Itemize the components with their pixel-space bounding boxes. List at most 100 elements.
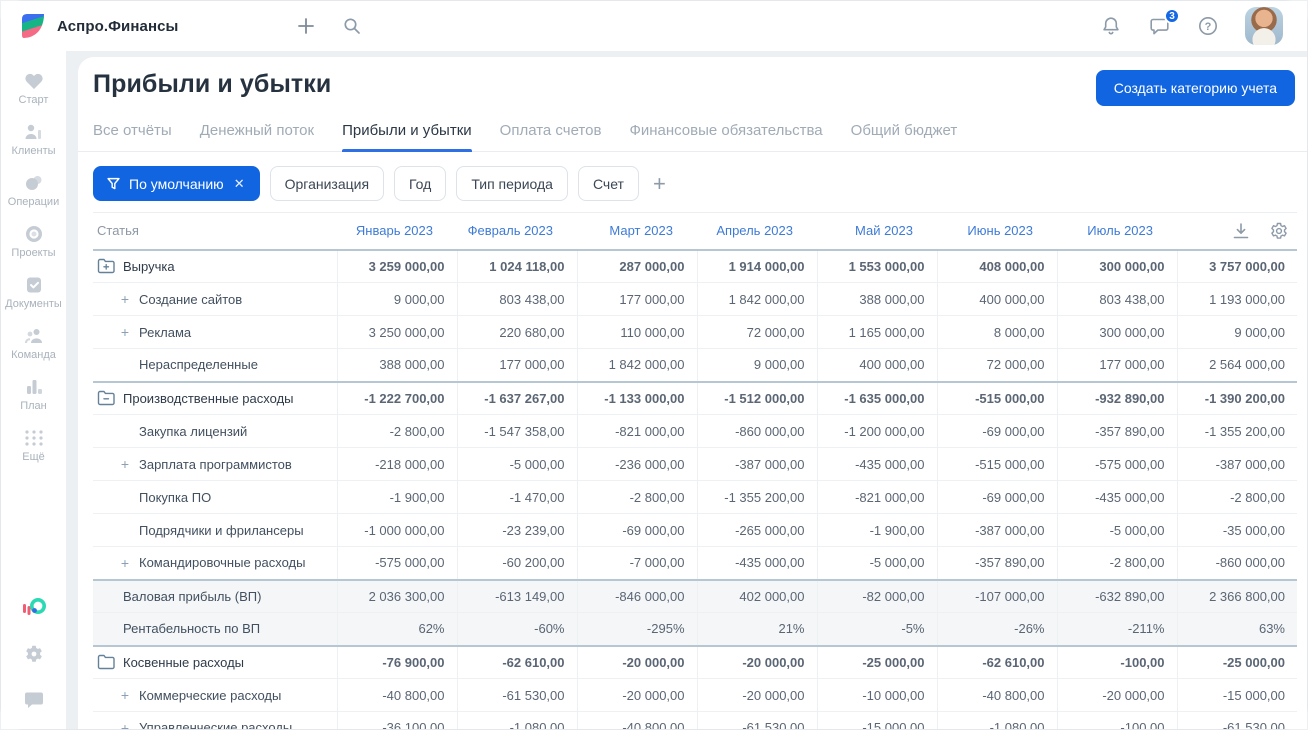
- team-icon: [23, 326, 45, 346]
- folder-minus-icon[interactable]: [97, 390, 115, 406]
- filter-chip-1[interactable]: Организация: [269, 166, 385, 201]
- value-cell: -1 547 358,00: [456, 414, 577, 448]
- tab-6[interactable]: Общий бюджет: [851, 116, 958, 151]
- value-cell: -515 000,00: [936, 380, 1057, 415]
- sidebar-item-team[interactable]: Команда: [1, 318, 66, 369]
- expand-plus-icon[interactable]: +: [119, 324, 131, 340]
- value-cell: -357 890,00: [1056, 414, 1177, 448]
- sidebar-item-plan[interactable]: План: [1, 369, 66, 420]
- row-label-cell[interactable]: + Управленческие расходы: [93, 711, 337, 729]
- value-cell: -5 000,00: [1056, 513, 1177, 547]
- main-content: Прибыли и убытки Создать категорию учета…: [78, 57, 1307, 729]
- tab-5[interactable]: Финансовые обязательства: [629, 116, 822, 151]
- sidebar-item-projects[interactable]: Проекты: [1, 216, 66, 267]
- row-label-cell[interactable]: Покупка ПО: [93, 480, 337, 514]
- sidebar-item-start[interactable]: Старт: [1, 63, 66, 114]
- expand-plus-icon[interactable]: +: [119, 291, 131, 307]
- value-cell: 1 842 000,00: [696, 282, 817, 316]
- tab-3[interactable]: Прибыли и убытки: [342, 116, 472, 152]
- notifications-bell-icon[interactable]: [1100, 15, 1122, 37]
- tab-1[interactable]: Все отчёты: [93, 116, 172, 151]
- value-cell: -2 800,00: [1056, 546, 1177, 580]
- table-row: Закупка лицензий -2 800,00 -1 547 358,00 -8…: [93, 414, 1297, 448]
- messages-chat-icon[interactable]: 3: [1148, 8, 1180, 37]
- sidebar-item-clients[interactable]: Клиенты: [1, 114, 66, 165]
- table-row: Подрядчики и фрилансеры -1 000 000,00 -23 …: [93, 513, 1297, 547]
- create-category-button[interactable]: Создать категорию учета: [1095, 70, 1295, 106]
- filter-chip-3[interactable]: Тип периода: [456, 166, 568, 201]
- user-avatar[interactable]: [1245, 7, 1283, 45]
- row-label-cell[interactable]: + Реклама: [93, 315, 337, 349]
- table-row: Валовая прибыль (ВП) 2 036 300,00 -613 149…: [93, 578, 1297, 613]
- expand-plus-icon[interactable]: +: [119, 720, 131, 729]
- sidebar-item-documents[interactable]: Документы: [1, 267, 66, 318]
- row-label-cell[interactable]: Закупка лицензий: [93, 414, 337, 448]
- help-icon[interactable]: ?: [1197, 15, 1219, 37]
- folder-plus-icon[interactable]: [97, 258, 115, 274]
- sidebar-item-label: Старт: [18, 94, 49, 106]
- value-cell: -40 800,00: [336, 678, 457, 712]
- remove-filter-icon[interactable]: ✕: [234, 176, 245, 192]
- row-label-cell[interactable]: + Коммерческие расходы: [93, 678, 337, 712]
- value-cell: -1 133 000,00: [576, 380, 697, 415]
- value-cell: -61 530,00: [456, 678, 577, 712]
- sidebar-item-operations[interactable]: Операции: [1, 165, 66, 216]
- value-cell: -2 800,00: [576, 480, 697, 514]
- row-label-cell[interactable]: Подрядчики и фрилансеры: [93, 513, 337, 547]
- value-cell: -1 900,00: [336, 480, 457, 514]
- value-cell: 3 259 000,00: [336, 248, 457, 283]
- row-label-cell[interactable]: + Зарплата программистов: [93, 447, 337, 481]
- support-chat-icon[interactable]: [22, 689, 46, 711]
- value-cell: 9 000,00: [1176, 315, 1297, 349]
- value-cell: 2 036 300,00: [336, 578, 457, 613]
- value-cell: 388 000,00: [816, 282, 937, 316]
- value-cell: -860 000,00: [1176, 546, 1297, 580]
- value-cell: 177 000,00: [456, 348, 577, 382]
- add-filter-plus-icon[interactable]: +: [649, 172, 670, 195]
- expand-plus-icon[interactable]: +: [119, 456, 131, 472]
- download-icon[interactable]: [1231, 221, 1251, 241]
- table-settings-gear-icon[interactable]: [1269, 221, 1289, 241]
- value-cell: 400 000,00: [816, 348, 937, 382]
- expand-plus-icon[interactable]: +: [119, 687, 131, 703]
- folder-icon[interactable]: [97, 654, 115, 670]
- tab-2[interactable]: Денежный поток: [200, 116, 314, 151]
- value-cell: 408 000,00: [936, 248, 1057, 283]
- column-header-month-6: Июнь 2023: [937, 212, 1057, 250]
- start-icon: [23, 71, 45, 91]
- row-label-cell[interactable]: Выручка: [93, 248, 337, 283]
- value-cell: 1 914 000,00: [696, 248, 817, 283]
- expand-plus-icon[interactable]: +: [119, 555, 131, 571]
- page-title: Прибыли и убытки: [93, 70, 332, 98]
- row-label-cell[interactable]: + Командировочные расходы: [93, 546, 337, 580]
- row-label-cell[interactable]: Производственные расходы: [93, 380, 337, 415]
- create-plus-icon[interactable]: [296, 16, 316, 36]
- row-label: Командировочные расходы: [139, 555, 306, 571]
- row-label-cell: Валовая прибыль (ВП): [93, 578, 337, 613]
- sidebar-item-more[interactable]: Ещё: [1, 420, 66, 471]
- filter-chip-2[interactable]: Год: [394, 166, 447, 201]
- filter-chip-4[interactable]: Счет: [577, 166, 639, 201]
- row-label-cell[interactable]: + Создание сайтов: [93, 282, 337, 316]
- row-label-cell[interactable]: Косвенные расходы: [93, 644, 337, 679]
- value-cell: -100,00: [1056, 711, 1177, 729]
- tab-4[interactable]: Оплата счетов: [500, 116, 602, 151]
- row-label-cell[interactable]: Нераспределенные: [93, 348, 337, 382]
- value-cell: -107 000,00: [936, 578, 1057, 613]
- aspro-cloud-logo-icon[interactable]: [21, 595, 47, 619]
- value-cell: -387 000,00: [936, 513, 1057, 547]
- value-cell: -860 000,00: [696, 414, 817, 448]
- search-icon[interactable]: [342, 16, 362, 36]
- value-cell: -15 000,00: [1176, 678, 1297, 712]
- sidebar-item-label: Проекты: [11, 247, 56, 259]
- value-cell: -632 890,00: [1056, 578, 1177, 613]
- value-cell: -15 000,00: [816, 711, 937, 729]
- value-cell: -60%: [456, 612, 577, 646]
- table-row: + Реклама 3 250 000,00 220 680,00 110 000,00…: [93, 315, 1297, 349]
- filter-chip-default[interactable]: По умолчанию ✕: [93, 166, 260, 201]
- column-header-month-7: Июль 2023: [1057, 212, 1177, 250]
- value-cell: -7 000,00: [576, 546, 697, 580]
- settings-gear-icon[interactable]: [23, 643, 45, 665]
- report-table-wrap: Статья Январь 2023 Февраль 2023 Март 2023 Ап…: [93, 212, 1307, 729]
- value-cell: -61 530,00: [1176, 711, 1297, 729]
